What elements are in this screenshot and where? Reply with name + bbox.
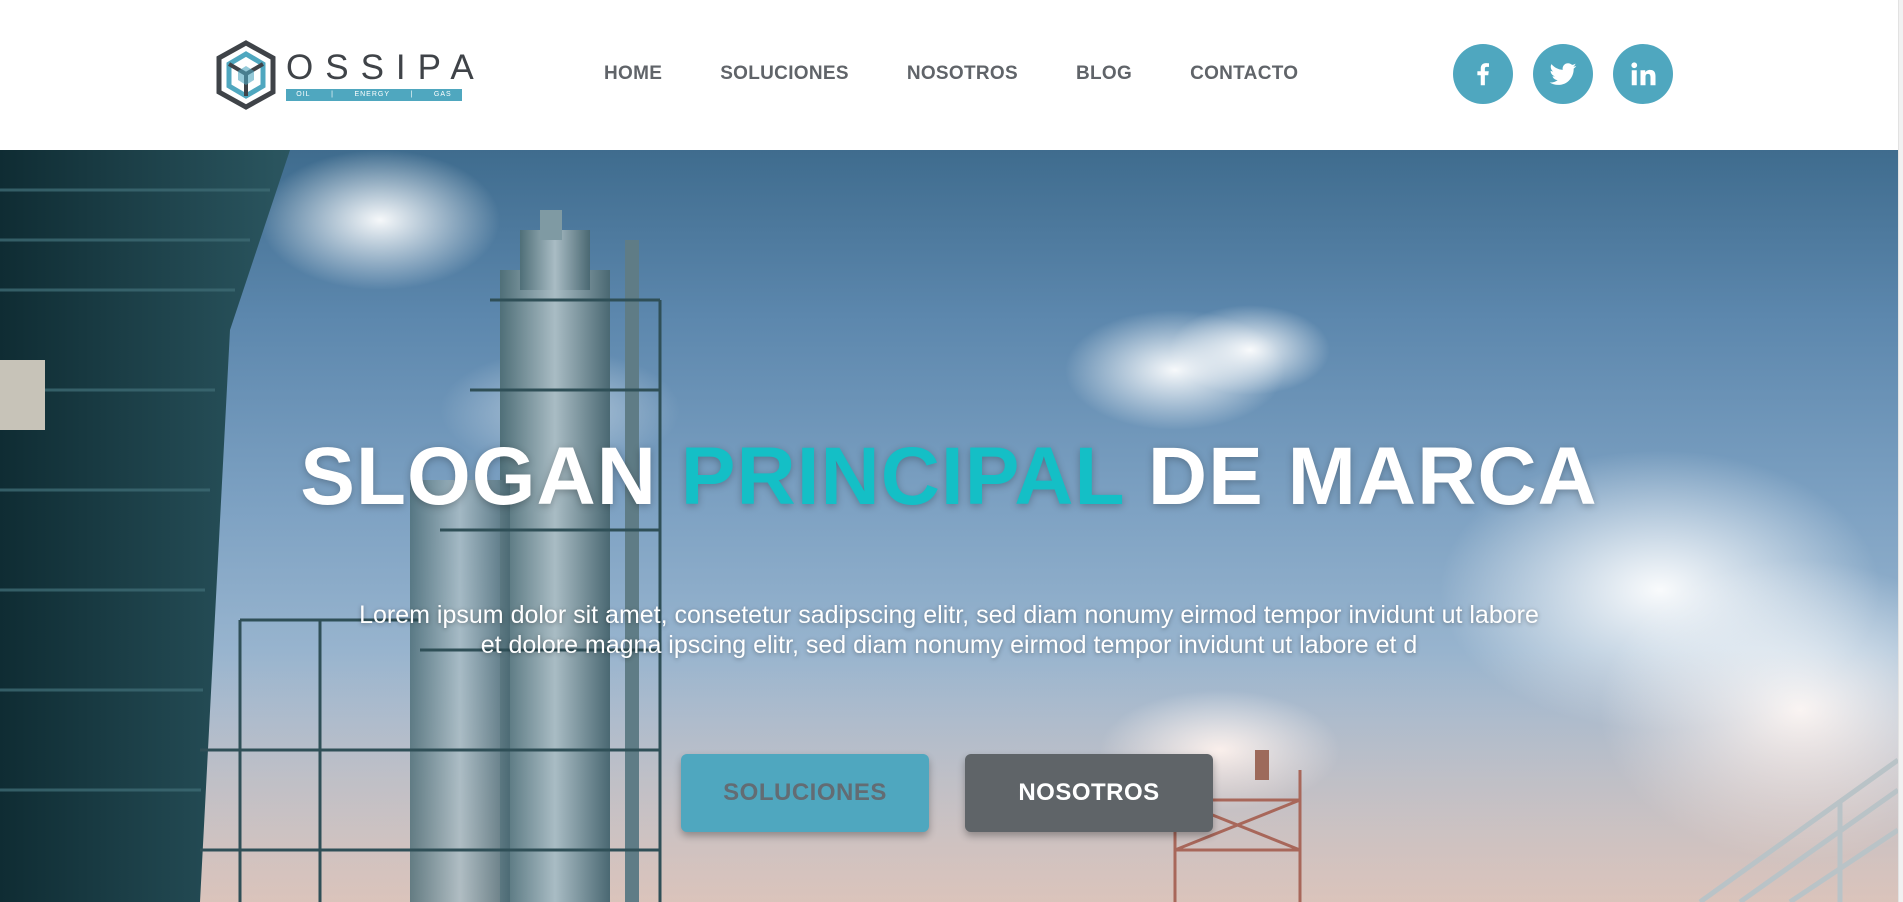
nav-item-contacto[interactable]: CONTACTO (1190, 63, 1298, 85)
nav-item-nosotros[interactable]: NOSOTROS (907, 63, 1018, 85)
hero-headline: SLOGAN PRINCIPAL DE MARCA (0, 430, 1898, 524)
tagline-energy: ENERGY (354, 90, 391, 98)
headline-accent: PRINCIPAL (680, 431, 1125, 522)
hero-cta-group: SOLUCIONES NOSOTROS (681, 754, 1213, 832)
headline-part-1: SLOGAN (300, 431, 681, 522)
brand-name: OSSIPA (286, 47, 486, 87)
nav-item-blog[interactable]: BLOG (1076, 63, 1132, 85)
brand-logo[interactable]: OSSIPA OIL | ENERGY | GAS (214, 40, 486, 110)
twitter-icon (1549, 63, 1577, 85)
logo-hexagon-icon (216, 40, 276, 110)
nosotros-button[interactable]: NOSOTROS (965, 754, 1213, 832)
social-links (1453, 44, 1673, 104)
tagline-oil: OIL (296, 90, 311, 98)
linkedin-button[interactable] (1613, 44, 1673, 104)
linkedin-icon (1631, 62, 1656, 86)
site-header: OSSIPA OIL | ENERGY | GAS HOME SOLUCIONE… (0, 0, 1898, 150)
hero-section: SLOGAN PRINCIPAL DE MARCA Lorem ipsum do… (0, 150, 1898, 902)
facebook-button[interactable] (1453, 44, 1513, 104)
main-nav: HOME SOLUCIONES NOSOTROS BLOG CONTACTO (604, 58, 1298, 90)
tagline-divider-icon: | (331, 90, 334, 98)
brand-tagline: OIL | ENERGY | GAS (286, 88, 462, 101)
tagline-gas: GAS (433, 90, 452, 98)
page-scrollbar[interactable] (1898, 0, 1903, 902)
tagline-divider-icon: | (410, 90, 414, 98)
headline-part-2: DE MARCA (1124, 431, 1598, 522)
nav-item-home[interactable]: HOME (604, 63, 662, 85)
hero-description: Lorem ipsum dolor sit amet, consetetur s… (359, 601, 1539, 659)
facebook-icon (1477, 63, 1489, 86)
twitter-button[interactable] (1533, 44, 1593, 104)
nav-item-soluciones[interactable]: SOLUCIONES (720, 63, 849, 85)
soluciones-button[interactable]: SOLUCIONES (681, 754, 929, 832)
